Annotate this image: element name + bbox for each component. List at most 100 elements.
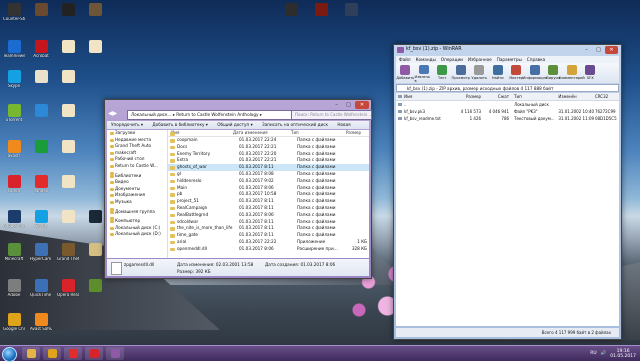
nav-item[interactable]: Библиотеки <box>107 173 167 180</box>
taskbar-app-explorer[interactable] <box>22 347 40 360</box>
desktop-icon-greenapp[interactable] <box>30 140 52 168</box>
desktop-icon-icon-r2-5[interactable] <box>57 140 79 168</box>
file-row[interactable]: project_51 01.03.2017 8:11 Папка с файлами <box>168 198 369 205</box>
nav-item[interactable]: Недавние места <box>107 137 167 144</box>
desktop-icon-icon-top-2[interactable] <box>310 3 332 31</box>
col-name[interactable]: Имя <box>396 93 452 100</box>
close-button[interactable]: ✕ <box>355 101 369 109</box>
archive-row[interactable]: kf_bsv_readme.txt 1 426 786 Текстовый докум… <box>396 115 619 122</box>
col-type[interactable]: Тип <box>512 93 558 100</box>
nav-item[interactable]: Рабочий стол <box>107 156 167 163</box>
desktop-icon-quicktime[interactable]: QuickTime Player <box>30 279 52 307</box>
file-row[interactable]: arial 01.03.2017 22:22 Приложение 1 КБ <box>168 239 369 246</box>
back-forward-icon[interactable]: ◀▶ <box>108 110 117 117</box>
col-name[interactable]: Имя <box>168 130 233 136</box>
col-date[interactable]: Дата изменения <box>233 130 291 136</box>
file-row[interactable]: Docs 01.03.2017 22:21 Папка с файлами <box>168 144 369 151</box>
col-type[interactable]: Тип <box>291 130 341 136</box>
desktop-icon-icon-r2-4[interactable] <box>57 104 79 132</box>
nav-item[interactable]: Локальный диск (D:) <box>107 231 167 238</box>
archive-path-field[interactable]: kf_bsv (1).zip - ZIP архив, размер исход… <box>396 84 619 92</box>
menu-item[interactable]: Избранное <box>468 57 492 62</box>
desktop-icon-minecraft[interactable]: Minecraft <box>3 243 25 271</box>
desktop-icon-gta[interactable]: Grand Theft Auto <box>57 243 79 271</box>
toolbar-button[interactable]: Найти <box>489 63 508 83</box>
desktop-icon-icon-r1-4[interactable] <box>30 70 52 98</box>
file-row[interactable]: Enemy Territory 01.03.2017 22:20 Папка с ф… <box>168 151 369 158</box>
file-row[interactable]: Extra 01.03.2017 22:21 Папка с файлами <box>168 157 369 164</box>
desktop-icon-utorrent[interactable]: uTorrent <box>3 104 25 132</box>
desktop-icon-avast[interactable]: avast! <box>3 140 25 168</box>
toolbar-button[interactable]: Тест <box>433 63 452 83</box>
taskbar-app-chrome[interactable] <box>43 347 61 360</box>
minimize-button[interactable]: – <box>331 101 342 109</box>
desktop-icon-photoshop[interactable]: Adobe Photoshop <box>3 210 25 238</box>
toolbar-button[interactable]: Просмотр <box>452 63 471 83</box>
taskbar-app-winrar[interactable] <box>106 347 124 360</box>
desktop-icon-icon-r2-2[interactable] <box>57 40 79 68</box>
breadcrumb[interactable]: Локальный диск... ▸ Return to Castle Wol… <box>127 110 292 120</box>
toolbar-button[interactable]: Извлечь в <box>415 63 434 83</box>
taskbar-app-opera[interactable] <box>85 347 103 360</box>
desktop-icon-wordpad[interactable] <box>30 104 52 132</box>
winrar-close-button[interactable]: ✕ <box>605 46 618 54</box>
desktop-icon-skype2[interactable]: Skype <box>30 210 52 238</box>
toolbar-burn[interactable]: Записать на оптический диск <box>262 122 328 127</box>
desktop-icon-icon-r3-2[interactable] <box>84 40 106 68</box>
col-size[interactable]: Размер <box>452 93 484 100</box>
desktop-icon-hypercam[interactable]: HyperCam 2 <box>30 243 52 271</box>
menu-item[interactable]: Операции <box>441 57 463 62</box>
nav-item[interactable]: Изображения <box>107 192 167 199</box>
menu-item[interactable]: Параметры <box>497 57 522 62</box>
desktop-icon-teamviewer[interactable]: TeamViewer <box>3 40 25 68</box>
file-row[interactable]: RealCampaign 01.03.2017 8:11 Папка с файла… <box>168 205 369 212</box>
file-row[interactable]: time_gate 01.03.2017 8:11 Папка с файлами <box>168 232 369 239</box>
nav-item[interactable]: Return to Castle W... <box>107 163 167 170</box>
desktop-icon-acrobat[interactable]: Acrobat <box>30 40 52 68</box>
file-row[interactable]: gl 01.03.2017 8:08 Папка с файлами <box>168 171 369 178</box>
nav-item[interactable]: Домашняя группа <box>107 209 167 216</box>
file-row[interactable]: coopmain 01.03.2017 22:24 Папка с файлами <box>168 137 369 144</box>
desktop-icon-skype[interactable]: Skype <box>3 70 25 98</box>
desktop-icon-icon-r1-2[interactable] <box>30 3 52 31</box>
desktop-icon-opera[interactable]: Opera <box>3 175 25 203</box>
toolbar-button[interactable]: Мастер <box>507 63 526 83</box>
menu-item[interactable]: Команды <box>416 57 436 62</box>
file-row[interactable]: the_nite_is_more_than_life 01.03.2017 8:1… <box>168 225 369 232</box>
desktop-icon-opera2[interactable]: Opera Resolver <box>57 279 79 307</box>
toolbar-share[interactable]: Общий доступ ▾ <box>217 122 252 127</box>
toolbar-button[interactable]: Вирусы <box>544 63 563 83</box>
desktop-icon-icon-r2-7[interactable] <box>57 210 79 238</box>
nav-item[interactable]: Grand Theft Auto <box>107 143 167 150</box>
desktop-icon-steam[interactable] <box>84 210 106 238</box>
nav-item[interactable]: makecraft <box>107 150 167 157</box>
winrar-window[interactable]: kf_bsv (1).zip - WinRAR – □ ✕ Файл Команд… <box>393 44 622 340</box>
nav-item[interactable]: Документы <box>107 186 167 193</box>
menu-item[interactable]: Справка <box>527 57 545 62</box>
taskbar-app-yandex[interactable] <box>64 347 82 360</box>
toolbar-button[interactable]: Добавить <box>396 63 415 83</box>
desktop-icon-chrome[interactable]: Google Chrome <box>3 313 25 341</box>
toolbar-organize[interactable]: Упорядочить ▾ <box>111 122 143 127</box>
winrar-minimize-button[interactable]: – <box>581 46 592 54</box>
desktop-icon-icon-r3-4[interactable] <box>84 243 106 271</box>
toolbar-button[interactable]: Удалить <box>470 63 489 83</box>
toolbar-button[interactable]: SFX <box>581 63 600 83</box>
desktop-icon-counter-strike[interactable]: Counter-Strike <box>3 3 25 31</box>
desktop-icon-icon-top-3[interactable] <box>340 3 362 31</box>
desktop-icon-nvidia[interactable] <box>84 279 106 307</box>
maximize-button[interactable]: □ <box>343 101 354 109</box>
nav-item[interactable]: Видео <box>107 179 167 186</box>
language-indicator[interactable]: RU <box>590 351 596 356</box>
desktop-icon-icon-r2-1[interactable] <box>57 3 79 31</box>
toolbar-button[interactable]: Информация <box>523 63 547 83</box>
file-row[interactable]: hiddenreslo 01.03.2017 9:02 Папка с файлам… <box>168 178 369 185</box>
desktop-icon-icon-r3-1[interactable] <box>84 3 106 31</box>
nav-item[interactable]: Компьютер <box>107 218 167 225</box>
nav-item[interactable]: Музыка <box>107 199 167 206</box>
toolbar-button[interactable]: Комментарий <box>559 63 585 83</box>
col-size[interactable]: Размер <box>341 130 361 136</box>
desktop-icon-avast2[interactable]: Avast SafeZone <box>30 313 52 341</box>
file-row[interactable]: Main 01.03.2017 8:06 Папка с файлами <box>168 185 369 192</box>
volume-icon[interactable]: 🔊 <box>601 351 607 356</box>
